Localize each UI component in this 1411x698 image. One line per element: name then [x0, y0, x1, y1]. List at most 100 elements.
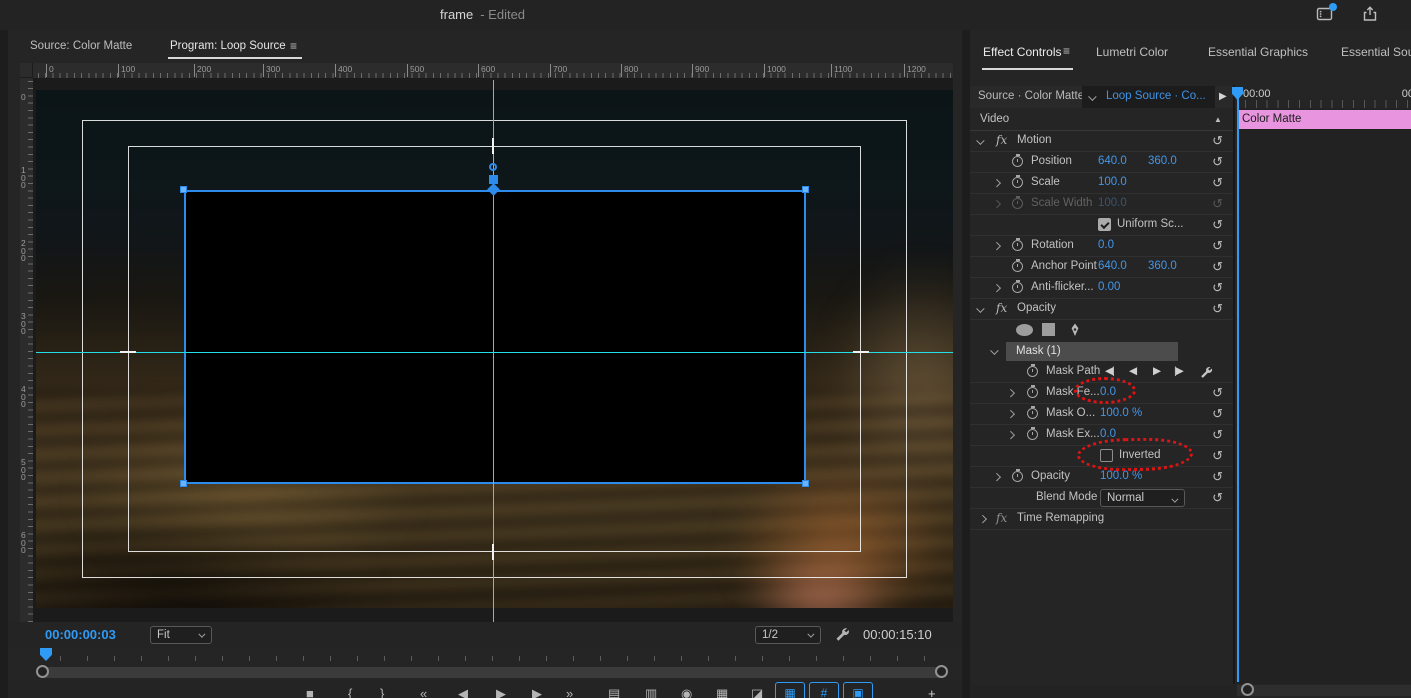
reset-inverted-button[interactable]: ↺: [1212, 448, 1223, 463]
reset-mask-expansion-button[interactable]: ↺: [1212, 427, 1223, 442]
chevron-down-icon[interactable]: [977, 305, 985, 313]
track-mask-back-button[interactable]: ◀: [1129, 365, 1136, 377]
chevron-right-icon[interactable]: [993, 284, 1001, 292]
go-to-out-button[interactable]: »: [566, 684, 573, 698]
blend-mode-select[interactable]: Normal: [1100, 489, 1185, 507]
tab-program-monitor[interactable]: Program: Loop Source: [170, 40, 286, 52]
anchor-y-value[interactable]: 360.0: [1148, 260, 1177, 272]
rectangle-mask-tool[interactable]: [1042, 323, 1055, 336]
reset-uniform-scale-button[interactable]: ↺: [1212, 217, 1223, 232]
monitor-playhead[interactable]: [40, 648, 52, 661]
mask-feather-handle[interactable]: [489, 163, 497, 171]
stopwatch-icon[interactable]: [1012, 261, 1023, 272]
multicam-button[interactable]: ▦: [716, 684, 728, 698]
monitor-scrollbar[interactable]: [38, 667, 946, 678]
scale-value[interactable]: 100.0: [1098, 176, 1127, 188]
chevron-right-icon[interactable]: [993, 179, 1001, 187]
color-matte-clip[interactable]: Color Matte: [1237, 110, 1411, 129]
opacity-section-row[interactable]: fx Opacity ↺: [970, 299, 1233, 320]
extract-button[interactable]: ▥: [645, 684, 657, 698]
scrollbar-knob-right[interactable]: [935, 665, 948, 678]
inverted-checkbox[interactable]: [1100, 449, 1113, 462]
monitor-mini-timeline[interactable]: [8, 648, 962, 666]
mask-feather-value[interactable]: 0.0: [1100, 386, 1116, 398]
reset-mask-feather-button[interactable]: ↺: [1212, 385, 1223, 400]
timeline-ruler[interactable]: 00:00 00: [1237, 85, 1411, 108]
track-mask-back-frame-button[interactable]: ◀|: [1105, 365, 1114, 377]
add-button[interactable]: +: [928, 684, 936, 698]
time-remapping-row[interactable]: fx Time Remapping: [970, 509, 1233, 530]
lift-button[interactable]: ▤: [608, 684, 620, 698]
mark-in-button[interactable]: {: [348, 684, 352, 698]
reset-blend-mode-button[interactable]: ↺: [1212, 490, 1223, 505]
clip-selector[interactable]: Loop Source · Co...: [1082, 86, 1215, 108]
ellipse-mask-tool[interactable]: [1016, 324, 1033, 336]
reset-opacity-value-button[interactable]: ↺: [1212, 469, 1223, 484]
reset-anti-flicker-button[interactable]: ↺: [1212, 280, 1223, 295]
play-button[interactable]: ▶: [496, 684, 506, 698]
mask-vertex-handle[interactable]: [180, 186, 187, 193]
chevron-right-icon[interactable]: [979, 515, 987, 523]
opacity-mask-rectangle[interactable]: [184, 190, 806, 484]
stopwatch-icon[interactable]: [1027, 387, 1038, 398]
reset-opacity-button[interactable]: ↺: [1212, 301, 1223, 316]
chevron-right-icon[interactable]: [1007, 389, 1015, 397]
play-clip-icon[interactable]: ▶: [1219, 91, 1227, 102]
step-back-button[interactable]: ◀: [458, 684, 468, 698]
chevron-right-icon[interactable]: [1007, 410, 1015, 418]
safe-margins-toggle[interactable]: ▣: [843, 682, 873, 698]
pen-mask-tool[interactable]: [1067, 322, 1083, 338]
mask-1-item[interactable]: Mask (1): [1006, 342, 1178, 361]
anchor-x-value[interactable]: 640.0: [1098, 260, 1127, 272]
reset-position-button[interactable]: ↺: [1212, 154, 1223, 169]
rotation-value[interactable]: 0.0: [1098, 239, 1114, 251]
step-forward-button[interactable]: ▶: [532, 684, 542, 698]
share-export-icon[interactable]: [1361, 5, 1381, 25]
uniform-scale-checkbox[interactable]: [1098, 218, 1111, 231]
reset-rotation-button[interactable]: ↺: [1212, 238, 1223, 253]
mask-expansion-value[interactable]: 0.0: [1100, 428, 1116, 440]
comparison-view-toggle[interactable]: ▦: [775, 682, 805, 698]
chevron-down-icon[interactable]: [977, 137, 985, 145]
stopwatch-icon[interactable]: [1012, 177, 1023, 188]
timeline-divider[interactable]: [1233, 85, 1235, 684]
chevron-down-icon[interactable]: [991, 347, 999, 355]
stopwatch-icon[interactable]: [1012, 240, 1023, 251]
stopwatch-icon[interactable]: [1027, 429, 1038, 440]
panel-menu-icon[interactable]: ≡: [290, 39, 297, 53]
monitor-settings-wrench-icon[interactable]: [834, 626, 850, 642]
stopwatch-icon[interactable]: [1027, 408, 1038, 419]
reset-motion-button[interactable]: ↺: [1212, 133, 1223, 148]
current-timecode[interactable]: 00:00:00:03: [45, 627, 116, 642]
grid-toggle[interactable]: #: [809, 682, 839, 698]
tab-essential-sound[interactable]: Essential Sou: [1341, 45, 1411, 59]
export-frame-button[interactable]: ◉: [681, 684, 692, 698]
mask-vertex-handle[interactable]: [180, 480, 187, 487]
mark-out-button[interactable]: }: [380, 684, 384, 698]
position-y-value[interactable]: 360.0: [1148, 155, 1177, 167]
panel-menu-icon[interactable]: ≡: [1063, 44, 1070, 58]
go-to-in-button[interactable]: «: [420, 684, 427, 698]
playback-resolution-select[interactable]: 1/2: [755, 626, 821, 644]
stopwatch-icon[interactable]: [1027, 366, 1038, 377]
timeline-scrollbar[interactable]: [1237, 685, 1411, 696]
reset-anchor-button[interactable]: ↺: [1212, 259, 1223, 274]
chevron-right-icon[interactable]: [993, 473, 1001, 481]
mask-tracking-wrench-icon[interactable]: [1199, 365, 1213, 382]
tab-effect-controls[interactable]: Effect Controls: [983, 45, 1061, 59]
mask-vertex-handle[interactable]: [802, 186, 809, 193]
scrollbar-knob-left[interactable]: [36, 665, 49, 678]
tab-source-monitor[interactable]: Source: Color Matte: [30, 40, 132, 52]
chevron-right-icon[interactable]: [1007, 431, 1015, 439]
track-mask-forward-frame-button[interactable]: |▶: [1174, 365, 1183, 377]
track-mask-forward-button[interactable]: ▶: [1153, 365, 1160, 377]
proxy-button[interactable]: ◪: [751, 684, 763, 698]
collapse-icon[interactable]: ▲: [1214, 115, 1222, 124]
scrollbar-knob[interactable]: [1241, 683, 1254, 696]
stopwatch-icon[interactable]: [1012, 282, 1023, 293]
tab-lumetri-color[interactable]: Lumetri Color: [1096, 45, 1168, 59]
motion-section-row[interactable]: fx Motion ↺: [970, 131, 1233, 152]
opacity-value[interactable]: 100.0 %: [1100, 470, 1142, 482]
anti-flicker-value[interactable]: 0.00: [1098, 281, 1120, 293]
reset-scale-button[interactable]: ↺: [1212, 175, 1223, 190]
